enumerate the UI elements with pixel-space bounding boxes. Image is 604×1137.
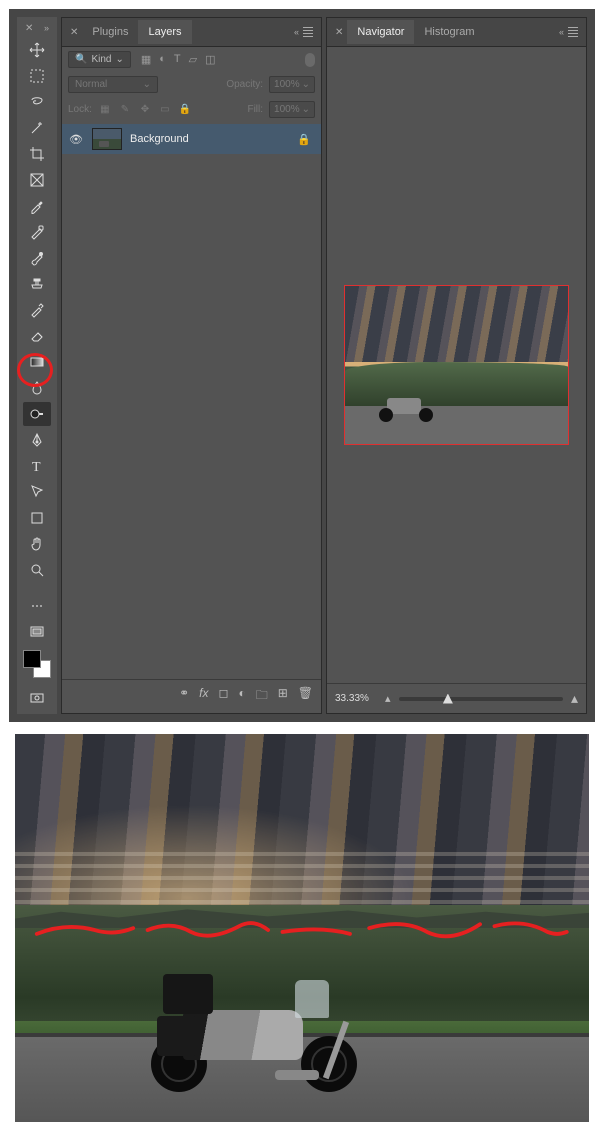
healing-brush-tool[interactable] [23, 220, 51, 244]
dodge-tool[interactable] [23, 402, 51, 426]
filter-smartobject-icon[interactable]: ◫ [205, 53, 215, 66]
zoom-tool[interactable] [23, 558, 51, 582]
layers-empty-area [62, 156, 321, 679]
close-icon[interactable]: ✕ [331, 27, 347, 38]
path-selection-tool[interactable] [23, 480, 51, 504]
magic-wand-tool[interactable] [23, 116, 51, 140]
blend-mode-select[interactable]: Normal ⌄ [68, 76, 158, 93]
eyedropper-tool[interactable] [23, 194, 51, 218]
new-layer-icon[interactable]: ⊞ [278, 686, 288, 707]
blend-mode-value: Normal [75, 79, 107, 90]
move-tool[interactable] [23, 38, 51, 62]
marquee-tool[interactable] [23, 64, 51, 88]
motorcycle-subject [145, 942, 365, 1092]
chevron-down-icon: ⌄ [115, 54, 123, 65]
pen-tool[interactable] [23, 428, 51, 452]
quick-mask-mode[interactable] [23, 686, 51, 710]
type-tool[interactable]: T [23, 454, 51, 478]
brush-tool[interactable] [23, 246, 51, 270]
lasso-tool[interactable] [23, 90, 51, 114]
clone-stamp-tool[interactable] [23, 272, 51, 296]
svg-text:T: T [32, 460, 41, 474]
crop-tool[interactable] [23, 142, 51, 166]
tab-histogram[interactable]: Histogram [414, 20, 484, 44]
photoshop-panels: ✕ » T [3, 3, 601, 728]
filter-type-icon[interactable]: T [174, 53, 181, 66]
layer-group-icon[interactable]: 🗀 [256, 686, 268, 707]
hand-tool[interactable] [23, 532, 51, 556]
chevron-down-icon: ⌄ [302, 104, 310, 115]
filter-kind-select[interactable]: 🔍 Kind ⌄ [68, 51, 131, 68]
filter-kind-label: Kind [91, 54, 111, 65]
lock-image-icon[interactable]: ✎ [118, 104, 132, 115]
filter-pixel-icon[interactable]: ▦ [141, 53, 151, 66]
filter-adjustment-icon[interactable]: ◐ [159, 53, 166, 66]
canvas-image [9, 728, 595, 1128]
navigator-panel: ✕ Navigator Histogram « 33.33% [326, 17, 587, 714]
collapse-icon[interactable]: » [40, 23, 53, 34]
edit-toolbar[interactable] [23, 594, 51, 618]
delete-layer-icon[interactable]: 🗑 [298, 686, 313, 707]
layer-mask-icon[interactable]: ◻ [218, 686, 228, 707]
adjustment-layer-icon[interactable]: ◐ [238, 686, 245, 707]
zoom-slider[interactable] [399, 697, 563, 701]
visibility-icon[interactable]: 👁 [68, 133, 84, 146]
zoom-out-icon[interactable]: ▴ [385, 692, 391, 705]
tab-layers[interactable]: Layers [138, 20, 191, 44]
opacity-input[interactable]: 100% ⌄ [269, 76, 315, 93]
fill-input[interactable]: 100% ⌄ [269, 101, 315, 118]
close-icon[interactable]: ✕ [21, 23, 37, 34]
tab-navigator[interactable]: Navigator [347, 20, 414, 44]
lock-all-icon[interactable]: 🔒 [178, 104, 192, 115]
link-layers-icon[interactable]: ⚭ [179, 686, 189, 707]
opacity-value: 100% [274, 79, 300, 90]
screen-mode[interactable] [23, 620, 51, 644]
layer-effects-icon[interactable]: fx [199, 686, 208, 707]
search-icon: 🔍 [75, 54, 87, 65]
tab-plugins[interactable]: Plugins [82, 20, 138, 44]
filter-shape-icon[interactable]: ▱ [189, 53, 197, 66]
panel-menu-icon[interactable] [568, 27, 582, 37]
shape-tool[interactable] [23, 506, 51, 530]
tools-panel: ✕ » T [17, 17, 57, 714]
filter-toggle[interactable] [305, 53, 315, 67]
zoom-value[interactable]: 33.33% [335, 693, 377, 704]
collapse-icon[interactable]: « [290, 27, 303, 37]
fill-value: 100% [274, 104, 300, 115]
gradient-tool[interactable] [23, 350, 51, 374]
foreground-color-swatch[interactable] [23, 650, 41, 668]
fill-label: Fill: [247, 104, 263, 115]
zoom-in-icon[interactable]: ▴ [571, 690, 578, 707]
navigator-proxy-view[interactable] [344, 285, 569, 445]
layers-panel: ✕ Plugins Layers « 🔍 Kind ⌄ ▦ ◐ [61, 17, 322, 714]
chevron-down-icon: ⌄ [302, 79, 310, 90]
frame-tool[interactable] [23, 168, 51, 192]
opacity-label: Opacity: [226, 79, 263, 90]
lock-position-icon[interactable]: ✥ [138, 104, 152, 115]
collapse-icon[interactable]: « [555, 27, 568, 37]
layer-thumbnail[interactable] [92, 128, 122, 150]
lock-artboard-icon[interactable]: ▭ [158, 104, 172, 115]
navigator-preview-area [327, 47, 586, 683]
close-icon[interactable]: ✕ [66, 27, 82, 38]
history-brush-tool[interactable] [23, 298, 51, 322]
blur-tool[interactable] [23, 376, 51, 400]
layer-row-background[interactable]: 👁 Background 🔒 [62, 124, 321, 154]
eraser-tool[interactable] [23, 324, 51, 348]
lock-icon: 🔒 [297, 133, 315, 146]
lock-transparency-icon[interactable]: ▦ [98, 104, 112, 115]
color-swatches[interactable] [23, 650, 51, 678]
layer-name[interactable]: Background [130, 133, 289, 145]
panel-menu-icon[interactable] [303, 27, 317, 37]
chevron-down-icon: ⌄ [143, 79, 151, 90]
lock-label: Lock: [68, 104, 92, 115]
layer-filter-row: 🔍 Kind ⌄ ▦ ◐ T ▱ ◫ [62, 47, 321, 72]
